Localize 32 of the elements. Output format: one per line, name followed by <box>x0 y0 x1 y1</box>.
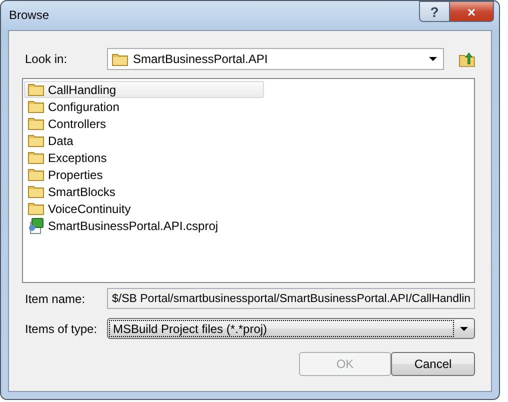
folder-icon <box>28 185 44 198</box>
folder-icon <box>28 134 44 147</box>
item-name-field[interactable]: $/SB Portal/smartbusinessportal/SmartBusinessPortal.API/CallHandlin <box>107 288 475 309</box>
folder-item[interactable]: Controllers <box>24 115 264 132</box>
close-button[interactable]: × <box>450 1 494 22</box>
folder-item[interactable]: Exceptions <box>24 149 264 166</box>
folder-item[interactable]: Configuration <box>24 98 264 115</box>
cancel-button[interactable]: Cancel <box>391 352 475 376</box>
look-in-dropdown[interactable]: SmartBusinessPortal.API <box>107 48 444 70</box>
file-item[interactable]: SmartBusinessPortal.API.csproj <box>24 217 264 234</box>
dropdown-arrow-icon <box>429 57 438 61</box>
folder-icon <box>28 83 44 96</box>
folder-icon <box>112 52 128 66</box>
help-button[interactable]: ? <box>419 1 450 22</box>
item-name-label: Item name: <box>24 292 86 306</box>
folder-item[interactable]: Properties <box>24 166 264 183</box>
items-of-type-dropdown[interactable]: MSBuild Project files (*.*proj) <box>107 318 475 339</box>
folder-item[interactable]: VoiceContinuity <box>24 200 264 217</box>
items-of-type-label: Items of type: <box>24 322 98 336</box>
project-file-icon <box>28 218 44 234</box>
window-title: Browse <box>9 8 50 22</box>
folder-icon <box>28 100 44 113</box>
folder-icon <box>28 168 44 181</box>
folder-item[interactable]: Data <box>24 132 264 149</box>
folder-icon <box>28 151 44 164</box>
folder-icon <box>28 117 44 130</box>
folder-icon <box>28 202 44 215</box>
look-in-label: Look in: <box>24 52 68 66</box>
folder-item[interactable]: SmartBlocks <box>24 183 264 200</box>
dropdown-arrow-icon <box>460 326 468 330</box>
up-folder-icon[interactable] <box>459 52 475 66</box>
folder-item[interactable]: CallHandling <box>24 81 264 98</box>
